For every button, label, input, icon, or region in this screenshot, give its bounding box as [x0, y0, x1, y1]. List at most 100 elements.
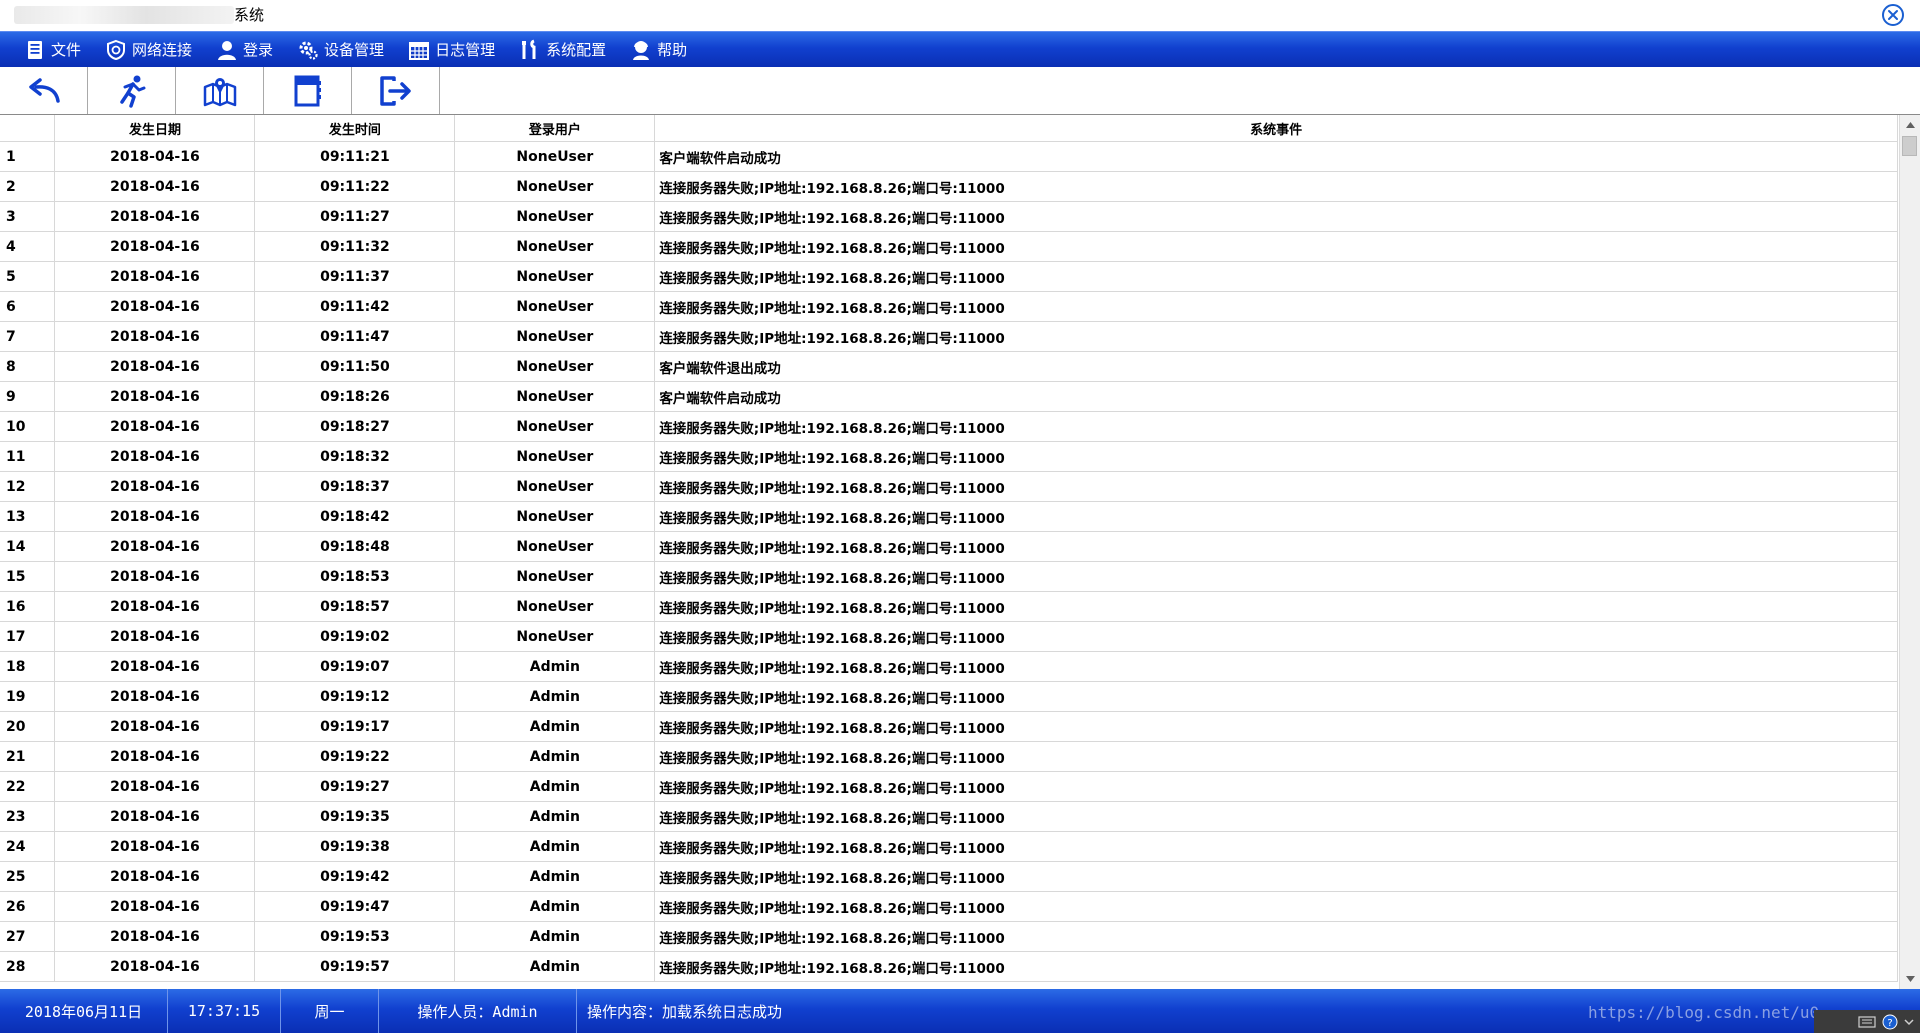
- table-row[interactable]: 23 2018-04-16 09:19:35 Admin 连接服务器失败;IP地址:19…: [0, 801, 1898, 832]
- table-row[interactable]: 3 2018-04-16 09:11:27 NoneUser 连接服务器失败;IP地址:…: [0, 201, 1898, 232]
- row-date: 2018-04-16: [54, 891, 256, 922]
- window-title: 系统: [234, 6, 265, 24]
- row-event: 连接服务器失败;IP地址:192.168.8.26;端口号:11000: [654, 501, 1898, 532]
- table-row[interactable]: 9 2018-04-16 09:18:26 NoneUser 客户端软件启动成功: [0, 381, 1898, 412]
- menu-network[interactable]: 网络连接: [105, 32, 202, 68]
- table-row[interactable]: 1 2018-04-16 09:11:21 NoneUser 客户端软件启动成功: [0, 141, 1898, 172]
- table-row[interactable]: 17 2018-04-16 09:19:02 NoneUser 连接服务器失败;IP地址…: [0, 621, 1898, 652]
- row-event: 连接服务器失败;IP地址:192.168.8.26;端口号:11000: [654, 861, 1898, 892]
- table-row[interactable]: 8 2018-04-16 09:11:50 NoneUser 客户端软件退出成功: [0, 351, 1898, 382]
- table-row[interactable]: 25 2018-04-16 09:19:42 Admin 连接服务器失败;IP地址:19…: [0, 861, 1898, 892]
- table-row[interactable]: 7 2018-04-16 09:11:47 NoneUser 连接服务器失败;IP地址:…: [0, 321, 1898, 352]
- chevron-down-icon[interactable]: [1904, 1018, 1914, 1026]
- table-row[interactable]: 14 2018-04-16 09:18:48 NoneUser 连接服务器失败;IP地址…: [0, 531, 1898, 562]
- close-icon: [1888, 10, 1898, 20]
- table-row[interactable]: 6 2018-04-16 09:11:42 NoneUser 连接服务器失败;IP地址:…: [0, 291, 1898, 322]
- row-event: 客户端软件启动成功: [654, 381, 1898, 412]
- scrollbar-thumb[interactable]: [1902, 136, 1917, 156]
- row-date: 2018-04-16: [54, 621, 256, 652]
- row-user: Admin: [454, 741, 656, 772]
- row-date: 2018-04-16: [54, 861, 256, 892]
- vertical-scrollbar[interactable]: [1899, 115, 1920, 989]
- row-index: 27: [0, 921, 56, 952]
- row-time: 09:19:07: [254, 651, 456, 682]
- table-row[interactable]: 22 2018-04-16 09:19:27 Admin 连接服务器失败;IP地址:19…: [0, 771, 1898, 802]
- table-row[interactable]: 13 2018-04-16 09:18:42 NoneUser 连接服务器失败;IP地址…: [0, 501, 1898, 532]
- row-time: 09:19:02: [254, 621, 456, 652]
- table-row[interactable]: 10 2018-04-16 09:18:27 NoneUser 连接服务器失败;IP地址…: [0, 411, 1898, 442]
- row-user: Admin: [454, 891, 656, 922]
- column-header-index[interactable]: [0, 115, 56, 142]
- scroll-up-button[interactable]: [1900, 115, 1920, 135]
- table-row[interactable]: 5 2018-04-16 09:11:37 NoneUser 连接服务器失败;IP地址:…: [0, 261, 1898, 292]
- row-event: 连接服务器失败;IP地址:192.168.8.26;端口号:11000: [654, 291, 1898, 322]
- table-row[interactable]: 19 2018-04-16 09:19:12 Admin 连接服务器失败;IP地址:19…: [0, 681, 1898, 712]
- row-index: 25: [0, 861, 56, 892]
- redacted-app-name: [14, 6, 234, 24]
- row-user: Admin: [454, 801, 656, 832]
- tools-icon: [522, 39, 536, 59]
- row-index: 9: [0, 381, 56, 412]
- row-date: 2018-04-16: [54, 501, 256, 532]
- notebook-button[interactable]: [264, 67, 352, 114]
- menu-config-label: 系统配置: [546, 41, 607, 59]
- map-button[interactable]: [176, 67, 264, 114]
- row-user: NoneUser: [454, 171, 656, 202]
- table-row[interactable]: 4 2018-04-16 09:11:32 NoneUser 连接服务器失败;IP地址:…: [0, 231, 1898, 262]
- menu-device[interactable]: 设备管理: [297, 32, 394, 68]
- table-row[interactable]: 21 2018-04-16 09:19:22 Admin 连接服务器失败;IP地址:19…: [0, 741, 1898, 772]
- menu-help[interactable]: 帮助: [630, 32, 697, 68]
- table-row[interactable]: 16 2018-04-16 09:18:57 NoneUser 连接服务器失败;IP地址…: [0, 591, 1898, 622]
- table-row[interactable]: 26 2018-04-16 09:19:47 Admin 连接服务器失败;IP地址:19…: [0, 891, 1898, 922]
- column-header-event[interactable]: 系统事件: [654, 115, 1898, 142]
- menu-config[interactable]: 系统配置: [519, 32, 616, 68]
- table-row[interactable]: 28 2018-04-16 09:19:57 Admin 连接服务器失败;IP地址:19…: [0, 951, 1898, 982]
- column-header-date[interactable]: 发生日期: [54, 115, 256, 142]
- network-icon: [107, 39, 126, 60]
- row-index: 24: [0, 831, 56, 862]
- row-user: NoneUser: [454, 501, 656, 532]
- row-index: 28: [0, 951, 56, 982]
- keyboard-icon[interactable]: [1858, 1015, 1876, 1028]
- table-row[interactable]: 24 2018-04-16 09:19:38 Admin 连接服务器失败;IP地址:19…: [0, 831, 1898, 862]
- triangle-up-icon: [1905, 122, 1915, 128]
- scroll-down-button[interactable]: [1900, 969, 1920, 989]
- title-bar: 系统: [0, 0, 1920, 31]
- help-circle-icon[interactable]: ?: [1882, 1014, 1898, 1030]
- table-row[interactable]: 27 2018-04-16 09:19:53 Admin 连接服务器失败;IP地址:19…: [0, 921, 1898, 952]
- row-date: 2018-04-16: [54, 171, 256, 202]
- exit-button[interactable]: [352, 67, 440, 114]
- run-button[interactable]: [88, 67, 176, 114]
- menu-login[interactable]: 登录: [216, 32, 283, 68]
- row-date: 2018-04-16: [54, 471, 256, 502]
- table-row[interactable]: 2 2018-04-16 09:11:22 NoneUser 连接服务器失败;IP地址:…: [0, 171, 1898, 202]
- table-row[interactable]: 11 2018-04-16 09:18:32 NoneUser 连接服务器失败;IP地址…: [0, 441, 1898, 472]
- table-row[interactable]: 12 2018-04-16 09:18:37 NoneUser 连接服务器失败;IP地址…: [0, 471, 1898, 502]
- row-user: NoneUser: [454, 591, 656, 622]
- menu-help-label: 帮助: [657, 41, 688, 59]
- table-row[interactable]: 20 2018-04-16 09:19:17 Admin 连接服务器失败;IP地址:19…: [0, 711, 1898, 742]
- row-event: 连接服务器失败;IP地址:192.168.8.26;端口号:11000: [654, 741, 1898, 772]
- table-row[interactable]: 15 2018-04-16 09:18:53 NoneUser 连接服务器失败;IP地址…: [0, 561, 1898, 592]
- menu-network-label: 网络连接: [132, 41, 193, 59]
- row-time: 09:11:22: [254, 171, 456, 202]
- back-arrow-icon: [28, 77, 60, 103]
- menu-file[interactable]: 文件: [24, 32, 91, 68]
- row-event: 连接服务器失败;IP地址:192.168.8.26;端口号:11000: [654, 201, 1898, 232]
- close-button[interactable]: [1882, 4, 1904, 26]
- row-time: 09:11:42: [254, 291, 456, 322]
- exit-icon: [379, 75, 411, 106]
- row-time: 09:19:47: [254, 891, 456, 922]
- row-date: 2018-04-16: [54, 831, 256, 862]
- menu-log[interactable]: 日志管理: [408, 32, 505, 68]
- table-row[interactable]: 18 2018-04-16 09:19:07 Admin 连接服务器失败;IP地址:19…: [0, 651, 1898, 682]
- column-header-user[interactable]: 登录用户: [454, 115, 656, 142]
- row-user: Admin: [454, 681, 656, 712]
- back-button[interactable]: [0, 67, 88, 114]
- row-index: 20: [0, 711, 56, 742]
- row-index: 1: [0, 141, 56, 172]
- column-header-time[interactable]: 发生时间: [254, 115, 456, 142]
- gear-icon: [299, 41, 318, 60]
- row-index: 11: [0, 441, 56, 472]
- row-time: 09:18:53: [254, 561, 456, 592]
